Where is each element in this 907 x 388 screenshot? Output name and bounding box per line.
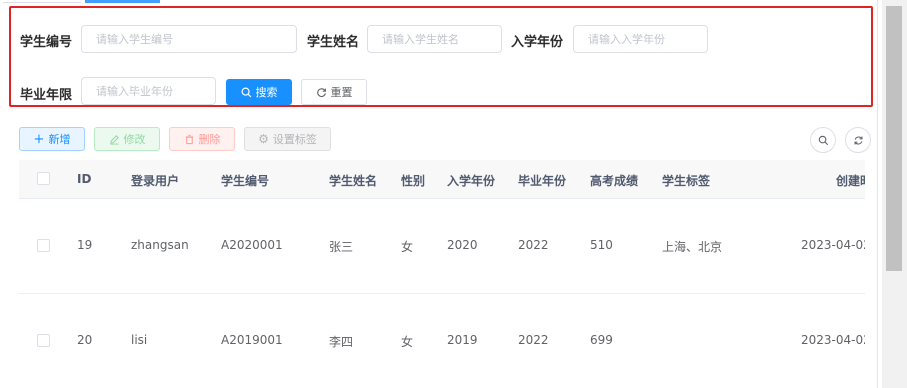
cell-tags: 上海、北京	[662, 240, 723, 254]
cell-enroll: 2020	[447, 238, 478, 252]
student-name-input[interactable]	[367, 25, 502, 53]
add-button[interactable]: + 新增	[19, 127, 85, 151]
student-name-label: 学生姓名	[307, 35, 360, 50]
grad-year-label: 毕业年限	[20, 88, 73, 103]
column-header: ID	[77, 172, 92, 186]
cell-user: zhangsan	[131, 238, 189, 252]
cell-created: 2023-04-02	[801, 238, 865, 252]
search-form: 学生编号 学生姓名 入学年份 毕业年限 搜索 重置	[9, 6, 873, 107]
refresh-icon	[316, 87, 326, 97]
search-icon	[818, 135, 828, 145]
cell-grad: 2022	[518, 333, 549, 347]
column-header: 登录用户	[131, 174, 180, 188]
search-icon	[241, 87, 251, 97]
column-header: 性别	[401, 174, 426, 188]
search-button-label: 搜索	[255, 86, 278, 99]
tab-stub[interactable]	[3, 0, 81, 3]
cell-name: 李四	[329, 335, 354, 349]
cell-student-no: A2020001	[221, 238, 283, 252]
gear-icon: ⚙	[258, 132, 269, 146]
cell-gender: 女	[401, 335, 414, 349]
cell-grad: 2022	[518, 238, 549, 252]
search-button[interactable]: 搜索	[226, 79, 292, 105]
scrollbar-thumb[interactable]	[886, 6, 902, 271]
student-management-page: 学生编号 学生姓名 入学年份 毕业年限 搜索 重置 + 新增 修改 删除 ⚙ 设…	[0, 0, 907, 388]
delete-button-label: 删除	[198, 133, 221, 146]
delete-button[interactable]: 删除	[169, 127, 235, 151]
divider	[877, 0, 878, 388]
toggle-search-button[interactable]	[810, 127, 836, 153]
edit-button[interactable]: 修改	[94, 127, 160, 151]
column-header: 学生姓名	[329, 174, 378, 188]
cell-score: 699	[590, 333, 613, 347]
cell-created: 2023-04-02	[801, 333, 865, 347]
cell-name: 张三	[329, 240, 354, 254]
plus-icon: +	[33, 131, 45, 147]
table-header: ID 登录用户 学生编号 学生姓名 性别 入学年份 毕业年份 高考成绩 学生标签…	[19, 160, 865, 199]
table-row[interactable]: 19 zhangsan A2020001 张三 女 2020 2022 510 …	[19, 199, 865, 294]
student-no-label: 学生编号	[20, 35, 73, 50]
set-tag-button-label: 设置标签	[272, 133, 317, 146]
student-table: ID 登录用户 学生编号 学生姓名 性别 入学年份 毕业年份 高考成绩 学生标签…	[19, 160, 865, 388]
tab-stub-active[interactable]	[85, 0, 160, 3]
column-header: 学生编号	[221, 174, 270, 188]
enroll-year-label: 入学年份	[511, 35, 564, 50]
set-tag-button[interactable]: ⚙ 设置标签	[244, 127, 331, 151]
grad-year-input[interactable]	[81, 77, 216, 105]
edit-icon	[109, 134, 119, 145]
column-header: 学生标签	[662, 174, 711, 188]
cell-user: lisi	[131, 333, 148, 347]
cell-student-no: A2019001	[221, 333, 283, 347]
delete-icon	[185, 134, 193, 144]
student-no-input[interactable]	[81, 25, 297, 53]
column-header: 创建时	[836, 174, 865, 188]
enroll-year-input[interactable]	[573, 25, 708, 53]
cell-enroll: 2019	[447, 333, 478, 347]
edit-button-label: 修改	[123, 133, 146, 146]
cell-score: 510	[590, 238, 613, 252]
add-button-label: 新增	[48, 133, 71, 146]
table-row[interactable]: 20 lisi A2019001 李四 女 2019 2022 699 2023…	[19, 294, 865, 388]
column-header: 入学年份	[447, 174, 496, 188]
cell-id: 19	[77, 238, 93, 252]
row-checkbox[interactable]	[37, 334, 50, 347]
cell-id: 20	[77, 333, 93, 347]
reset-button[interactable]: 重置	[301, 79, 367, 105]
refresh-table-button[interactable]	[845, 127, 871, 153]
column-header: 毕业年份	[518, 174, 567, 188]
row-checkbox[interactable]	[37, 239, 50, 252]
refresh-icon	[854, 135, 862, 145]
select-all-checkbox[interactable]	[37, 172, 50, 185]
reset-button-label: 重置	[330, 86, 353, 99]
column-header: 高考成绩	[590, 174, 639, 188]
cell-gender: 女	[401, 240, 414, 254]
